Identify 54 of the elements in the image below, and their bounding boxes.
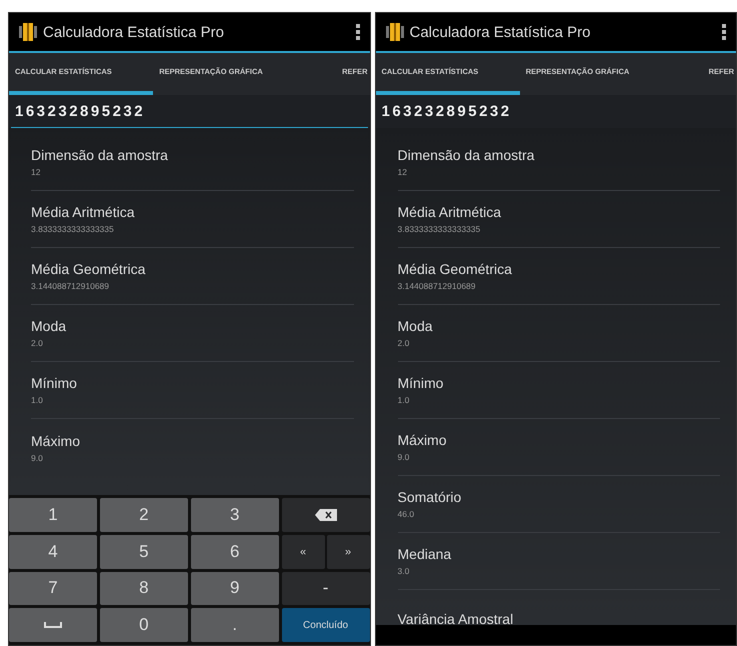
stat-value: 1.0 <box>398 395 410 405</box>
keyboard-key[interactable]: 3 <box>190 498 279 532</box>
app-icon <box>19 22 37 42</box>
stat-value: 9.0 <box>31 452 44 462</box>
stat-name: Variância Amostral <box>398 610 514 626</box>
stat-value: 3.144088712910689 <box>31 281 110 291</box>
menu-icon[interactable] <box>722 24 726 40</box>
stat-name: Somatório <box>398 489 462 505</box>
stat-name: Moda <box>31 318 68 334</box>
stat-name: Dimensão da amostra <box>398 147 536 163</box>
keyboard-key[interactable]: 2 <box>100 498 188 532</box>
stat-name: Máximo <box>398 432 448 448</box>
keyboard-key[interactable]: 9 <box>190 572 279 606</box>
stat-value: 1.0 <box>31 395 44 405</box>
stat-value: 12 <box>31 167 42 177</box>
keyboard-key[interactable]: 0 <box>100 608 188 642</box>
stat-value: 3.0 <box>398 566 410 576</box>
keyboard-key[interactable]: 6 <box>190 534 279 568</box>
app-title: Calculadora Estatística Pro <box>410 24 592 40</box>
space-icon <box>44 622 62 628</box>
stat-value: 12 <box>398 167 408 177</box>
stat-value: 3.144088712910689 <box>398 281 476 291</box>
stat-name: Dimensão da amostra <box>31 147 169 163</box>
stat-name: Média Geométrica <box>31 261 146 277</box>
keyboard-key[interactable]: 4 <box>9 534 97 568</box>
stat-name: Média Aritmética <box>31 204 136 220</box>
app-title: Calculadora Estatística Pro <box>43 24 225 40</box>
cursor-key[interactable]: « <box>282 534 325 568</box>
stat-value: 3.8333333333333335 <box>31 224 115 234</box>
stat-name: Máximo <box>31 432 82 448</box>
stat-value: 9.0 <box>398 452 410 462</box>
stat-value: 46.0 <box>398 509 416 519</box>
stat-value: 2.0 <box>31 338 44 348</box>
keyboard-key[interactable]: 5 <box>100 534 188 568</box>
menu-icon[interactable] <box>356 24 360 40</box>
stat-value: 3.8333333333333335 <box>398 224 482 234</box>
keyboard-key[interactable]: . <box>190 608 279 642</box>
cursor-key[interactable]: » <box>326 534 370 568</box>
input-field[interactable]: 163232895232 <box>378 95 734 128</box>
keyboard-key[interactable]: - <box>282 572 370 606</box>
stat-name: Moda <box>398 318 434 334</box>
keyboard-key[interactable]: 1 <box>9 498 97 532</box>
keyboard-key[interactable]: 8 <box>100 572 188 606</box>
stat-value: 2.0 <box>398 338 410 348</box>
backspace-icon <box>314 508 337 521</box>
app-icon <box>386 22 404 42</box>
backspace-key[interactable] <box>282 498 370 532</box>
keyboard-key[interactable]: Concluído <box>282 608 370 642</box>
stat-name: Mediana <box>398 546 452 562</box>
stat-name: Média Aritmética <box>398 204 502 220</box>
stat-name: Mínimo <box>31 375 78 391</box>
stat-name: Mínimo <box>398 375 444 391</box>
stat-name: Média Geométrica <box>398 261 513 277</box>
keyboard-key[interactable]: 7 <box>9 572 97 606</box>
